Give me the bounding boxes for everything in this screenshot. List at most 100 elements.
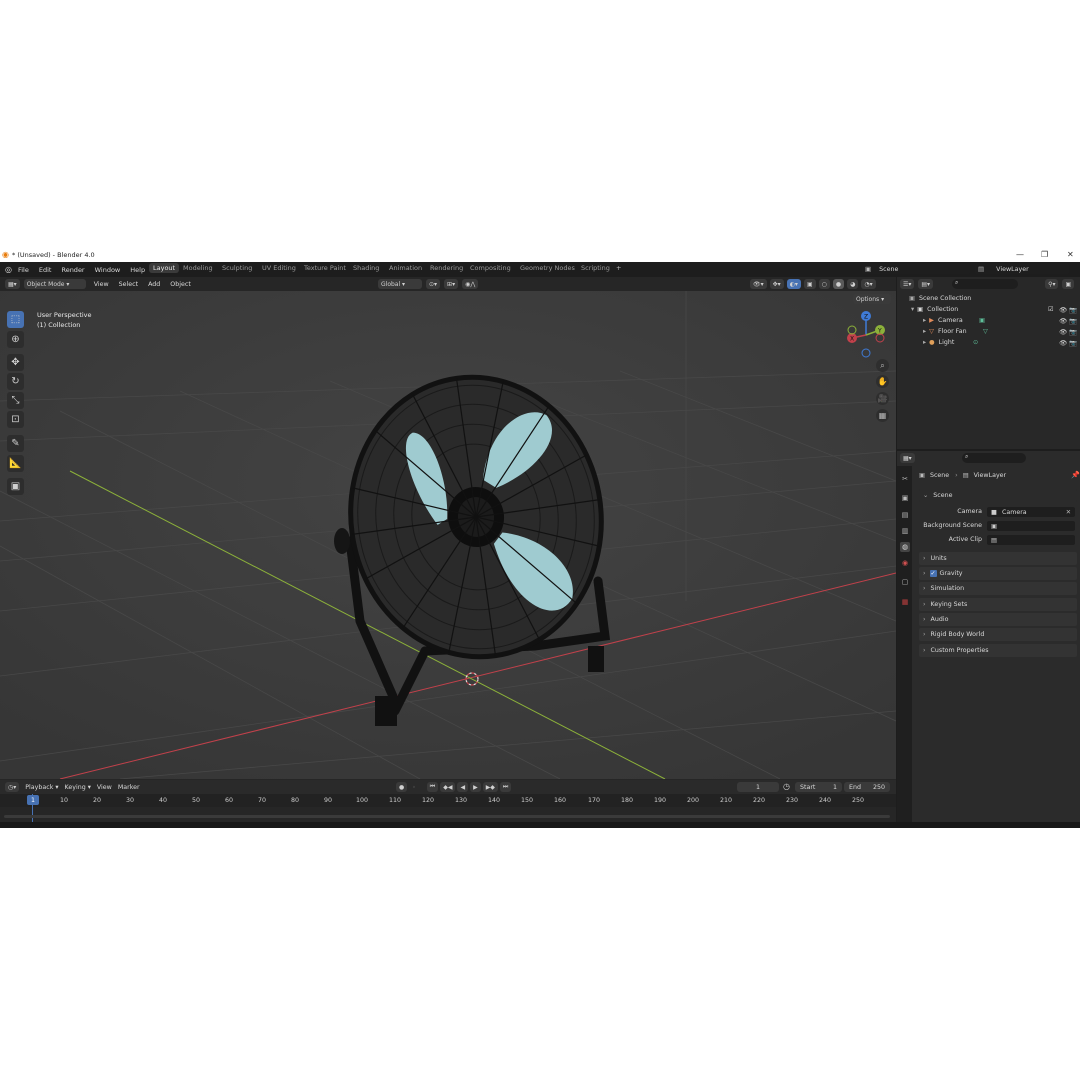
collection-camera-icon[interactable]: 📷 <box>1069 306 1077 314</box>
outliner-collection[interactable]: ▾ ▣ Collection ☑ 👁 📷 <box>897 304 1080 315</box>
marker-menu[interactable]: Marker <box>118 784 140 791</box>
pivot-icon[interactable]: ⊙▾ <box>426 279 441 289</box>
measure-tool-icon[interactable]: 📐 <box>7 455 24 472</box>
snap-icon[interactable]: ⊞▾ <box>444 279 459 289</box>
maximize-icon[interactable]: ❐ <box>1041 250 1048 259</box>
ortho-grid-icon[interactable]: ▦ <box>876 409 889 422</box>
camera-view-icon[interactable]: 🎥 <box>876 392 889 405</box>
properties-editor-type-icon[interactable]: ▦▾ <box>900 453 915 463</box>
scene-panel-header[interactable]: ⌄ Scene <box>919 489 1077 502</box>
navigation-gizmo[interactable]: Z Y X <box>842 308 890 358</box>
tab-geometry-nodes[interactable]: Geometry Nodes <box>520 264 575 272</box>
menu-view[interactable]: View <box>94 281 109 288</box>
tool-tab-icon[interactable]: ✂ <box>900 474 910 484</box>
outliner-display-mode-icon[interactable]: ▤▾ <box>918 279 934 289</box>
scale-tool-icon[interactable]: ⤡ <box>7 392 24 409</box>
shading-wireframe-icon[interactable]: ○ <box>818 279 830 289</box>
transform-orientation-dropdown[interactable]: Global ▾ <box>378 279 422 289</box>
add-workspace-icon[interactable]: + <box>616 264 621 272</box>
transform-tool-icon[interactable]: ⊡ <box>7 411 24 428</box>
menu-add[interactable]: Add <box>148 281 160 288</box>
collection-checkbox[interactable]: ☑ <box>1048 306 1054 313</box>
play-icon[interactable]: ▶ <box>470 782 481 792</box>
tab-texture-paint[interactable]: Texture Paint <box>304 264 346 272</box>
tab-layout[interactable]: Layout <box>149 263 180 273</box>
camera-field[interactable]: ■ Camera ✕ <box>987 507 1075 517</box>
collection-tab-icon[interactable]: ▢ <box>900 577 910 587</box>
view-layer-selector[interactable]: ▤ ViewLayer <box>975 264 1069 274</box>
texture-tab-icon[interactable]: ▦ <box>900 597 910 607</box>
tab-rendering[interactable]: Rendering <box>430 264 463 272</box>
jump-start-icon[interactable]: ⏮ <box>426 782 439 792</box>
outliner-item-floor-fan[interactable]: ▸ ▽ Floor Fan ▽ 👁 📷 <box>897 326 1080 337</box>
outliner-item-camera[interactable]: ▸ ▶ Camera ▣ 👁 📷 <box>897 315 1080 326</box>
keying-menu[interactable]: Keying ▾ <box>65 784 91 791</box>
camera-eye-icon[interactable]: 👁 <box>1059 317 1067 325</box>
active-clip-field[interactable]: ▤ <box>987 535 1075 545</box>
gizmo-toggle-icon[interactable]: ✥▾ <box>769 279 784 289</box>
play-reverse-icon[interactable]: ◀ <box>457 782 469 792</box>
minimize-icon[interactable]: — <box>1016 250 1024 259</box>
object-mode-dropdown[interactable]: Object Mode ▾ <box>23 279 86 289</box>
annotate-tool-icon[interactable]: ✎ <box>7 435 24 452</box>
floor-fan-eye-icon[interactable]: 👁 <box>1059 328 1067 336</box>
expand-arrow-icon[interactable]: ▾ <box>911 306 914 313</box>
timeline-view-menu[interactable]: View <box>97 784 112 791</box>
render-tab-icon[interactable]: ▣ <box>900 493 910 503</box>
tab-modeling[interactable]: Modeling <box>183 264 213 272</box>
end-frame-field[interactable]: End 250 <box>844 782 890 792</box>
rigid-body-world-panel[interactable]: › Rigid Body World <box>919 628 1077 641</box>
background-scene-field[interactable]: ▣ <box>987 521 1075 531</box>
cursor-tool-icon[interactable]: ⊕ <box>7 331 24 348</box>
scene-tab-icon[interactable]: ◍ <box>900 542 910 552</box>
tab-compositing[interactable]: Compositing <box>470 264 511 272</box>
menu-file[interactable]: File <box>18 266 29 274</box>
3d-viewport[interactable]: User Perspective (1) Collection ⬚ ⊕ ✥ ↻ … <box>0 291 896 779</box>
menu-edit[interactable]: Edit <box>39 266 52 274</box>
shading-rendered-icon[interactable]: ◔▾ <box>861 279 876 289</box>
xray-icon[interactable]: ▣ <box>803 279 816 289</box>
filter-icon[interactable]: ⚲▾ <box>1045 279 1059 289</box>
clear-icon[interactable]: ✕ <box>1066 509 1071 516</box>
simulation-panel[interactable]: › Simulation <box>919 582 1077 595</box>
editor-type-button[interactable]: ▦▾ <box>5 279 20 289</box>
stopwatch-icon[interactable]: ◷ <box>783 782 790 791</box>
expand-arrow-icon[interactable]: ▸ <box>923 339 926 346</box>
visibility-icon[interactable]: 👁▾ <box>750 279 767 289</box>
record-icon[interactable]: ● <box>396 782 408 792</box>
jump-keyframe-forward-icon[interactable]: ▶◆ <box>482 782 498 792</box>
add-cube-tool-icon[interactable]: ▣ <box>7 478 24 495</box>
output-tab-icon[interactable]: ▤ <box>900 510 910 520</box>
view-layer-tab-icon[interactable]: ▥ <box>900 526 910 536</box>
outliner-scene-collection[interactable]: ▣ Scene Collection <box>897 293 1080 304</box>
select-box-tool-icon[interactable]: ⬚ <box>7 311 24 328</box>
move-tool-icon[interactable]: ✥ <box>7 354 24 371</box>
units-panel[interactable]: › Units <box>919 552 1077 565</box>
overlay-toggle-icon[interactable]: ◐▾ <box>786 279 801 289</box>
pan-hand-icon[interactable]: ✋ <box>876 375 889 388</box>
pin-icon[interactable]: 📌 <box>1071 471 1080 479</box>
outliner-search-input[interactable]: ⌕ <box>952 279 1018 289</box>
zoom-icon[interactable]: ⌕ <box>876 359 889 372</box>
world-tab-icon[interactable]: ◉ <box>900 558 910 568</box>
menu-window[interactable]: Window <box>95 266 121 274</box>
properties-search-input[interactable]: ⌕ <box>962 453 1026 463</box>
start-frame-field[interactable]: Start 1 <box>795 782 842 792</box>
shading-solid-icon[interactable]: ● <box>832 279 845 289</box>
floor-fan-render-icon[interactable]: 📷 <box>1069 328 1077 336</box>
jump-keyframe-back-icon[interactable]: ◆◀ <box>440 782 456 792</box>
collection-eye-icon[interactable]: 👁 <box>1059 306 1067 314</box>
rotate-tool-icon[interactable]: ↻ <box>7 373 24 390</box>
proportional-edit-icon[interactable]: ◉⋀ <box>462 279 479 289</box>
outliner-editor-type-icon[interactable]: ☰▾ <box>900 279 915 289</box>
blender-menu-icon[interactable]: ◎ <box>5 265 12 274</box>
tab-sculpting[interactable]: Sculpting <box>222 264 252 272</box>
menu-select[interactable]: Select <box>119 281 138 288</box>
audio-panel[interactable]: › Audio <box>919 613 1077 626</box>
record-options-icon[interactable]: ◦ <box>409 782 419 792</box>
custom-properties-panel[interactable]: › Custom Properties <box>919 644 1077 657</box>
jump-end-icon[interactable]: ⏭ <box>499 782 512 792</box>
camera-render-icon[interactable]: 📷 <box>1069 317 1077 325</box>
menu-render[interactable]: Render <box>61 266 84 274</box>
timeline-scrollbar[interactable] <box>4 815 890 818</box>
